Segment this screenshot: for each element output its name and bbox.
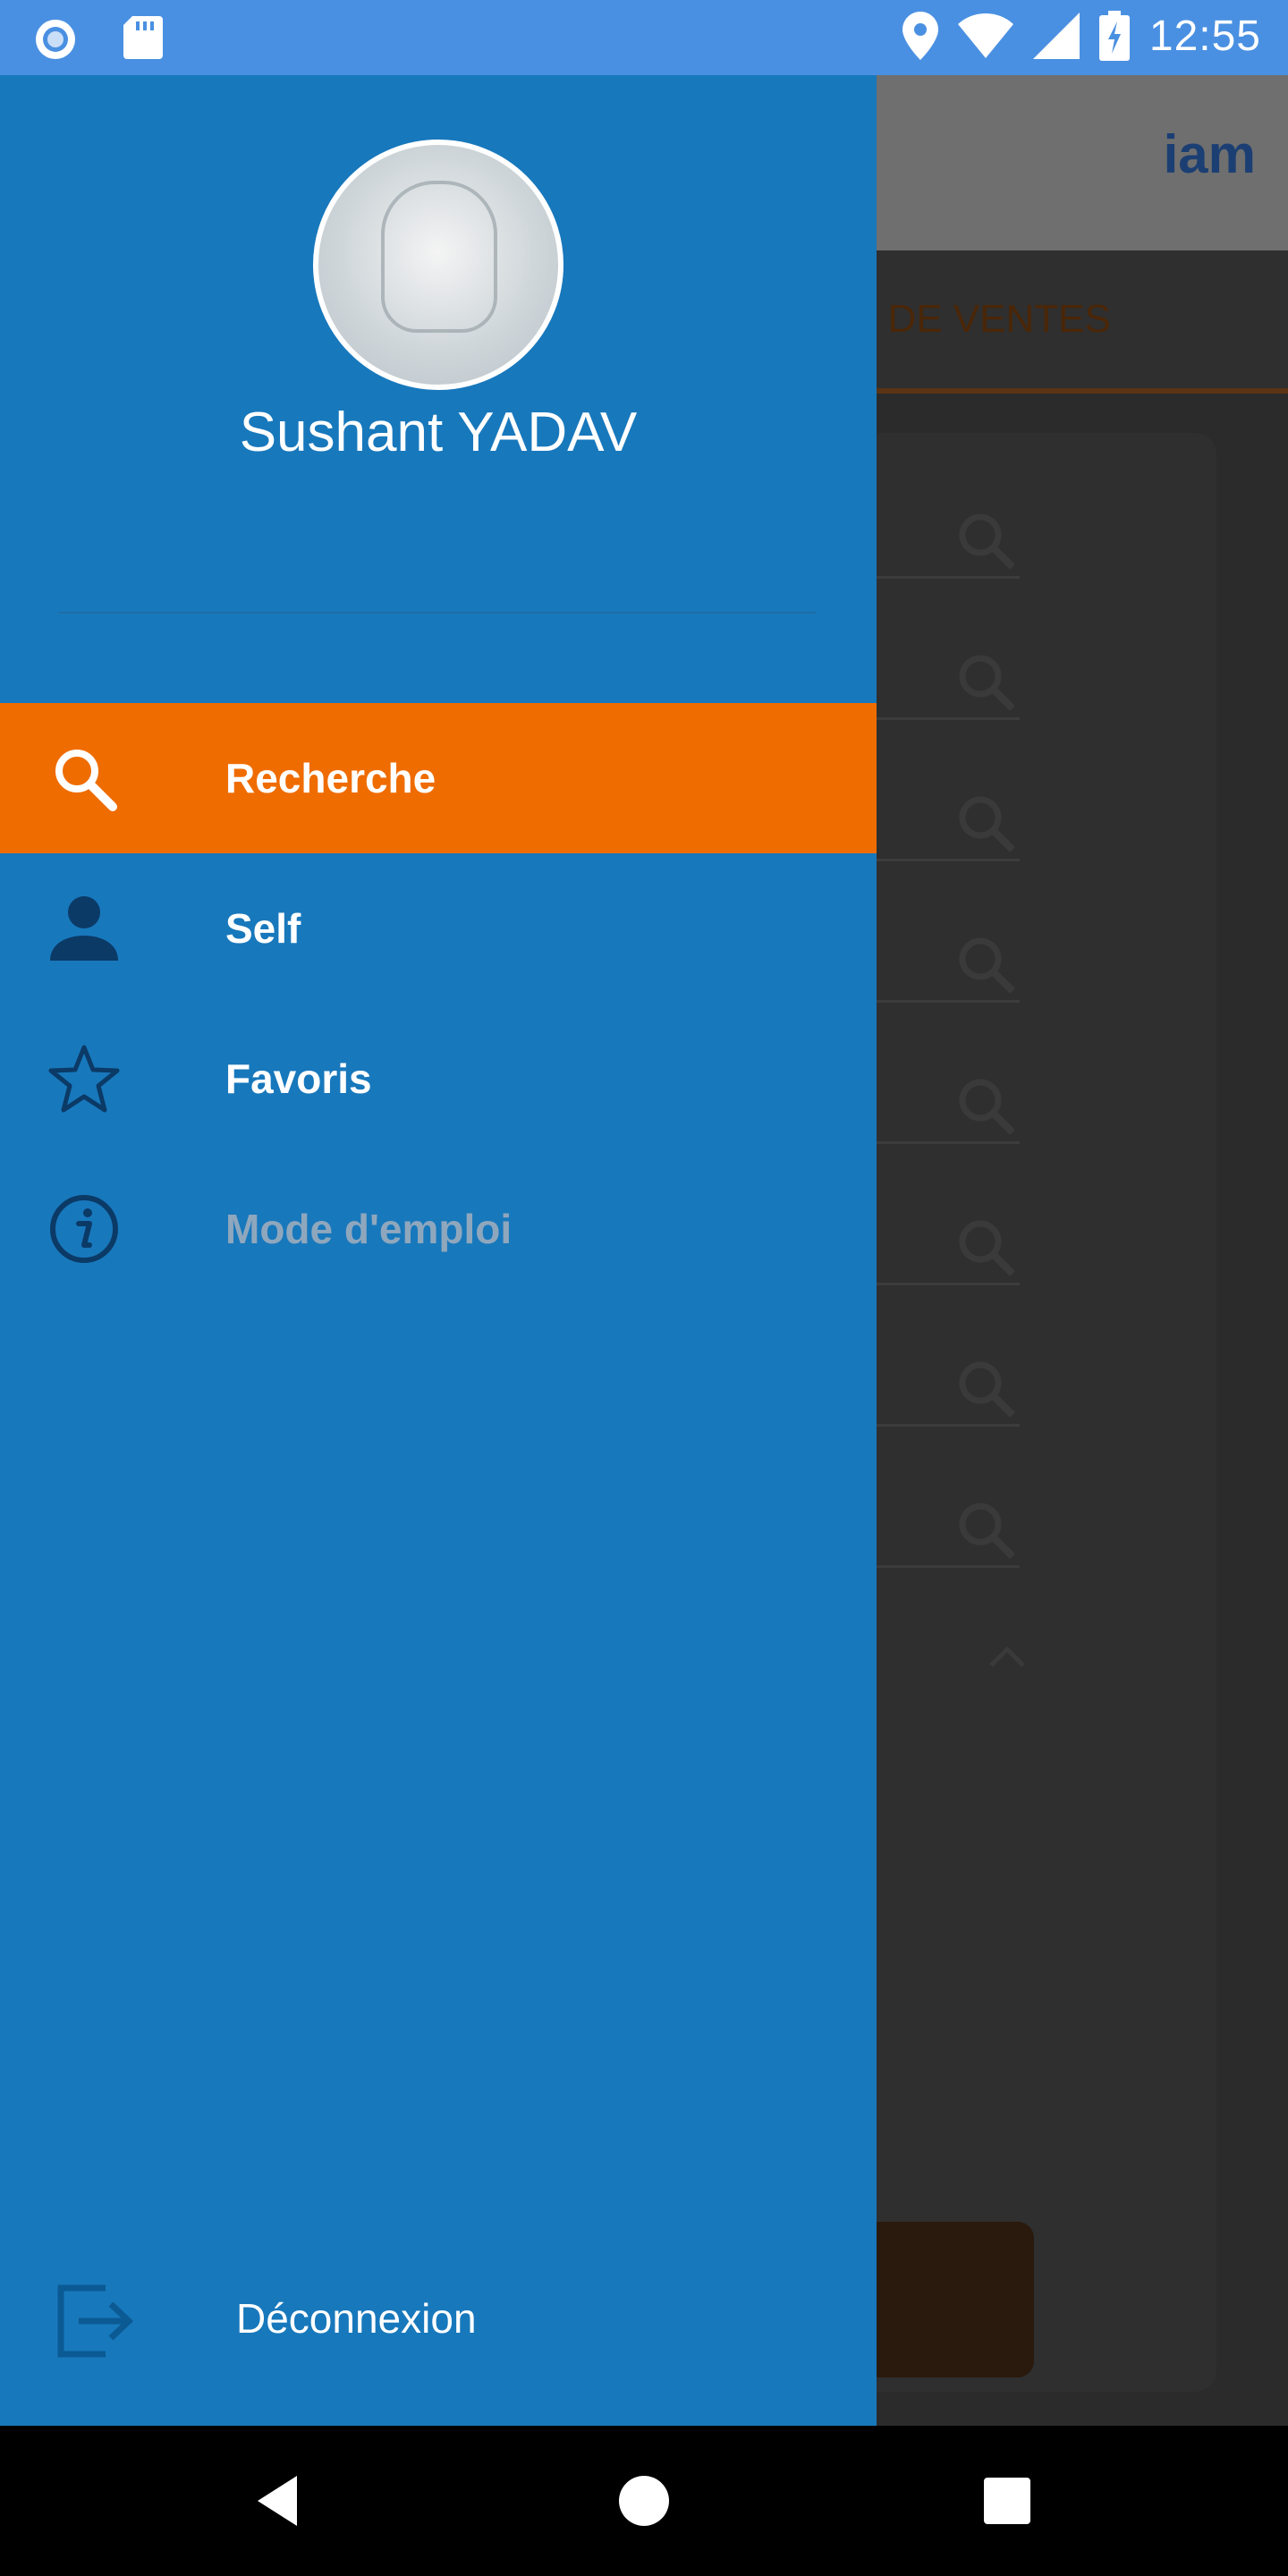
user-name: Sushant YADAV (239, 402, 638, 463)
menu-item-recherche[interactable]: Recherche (0, 703, 877, 853)
menu-item-self[interactable]: Self (0, 853, 877, 1004)
search-icon (959, 1220, 1015, 1276)
avatar-silhouette (381, 181, 497, 333)
person-icon (50, 896, 118, 961)
search-icon (959, 655, 1015, 711)
wifi-icon (957, 13, 1013, 58)
search-icon (959, 1079, 1015, 1135)
logout-icon (57, 2284, 134, 2358)
search-icon (959, 513, 1015, 570)
app-logo: iam (1163, 124, 1256, 184)
system-nav-bar (0, 2426, 1288, 2576)
menu-item-label: Self (225, 905, 301, 952)
chevron-up-icon (989, 1646, 1025, 1667)
logout-label: Déconnexion (236, 2295, 477, 2342)
divider (59, 612, 816, 614)
search-icon (959, 937, 1015, 994)
logout-button[interactable]: Déconnexion (0, 2243, 877, 2394)
search-icon (959, 796, 1015, 852)
battery-charging-icon (1098, 11, 1130, 61)
sd-card-icon (123, 16, 163, 59)
menu-item-favoris[interactable]: Favoris (0, 1004, 877, 1154)
recents-icon[interactable] (971, 2465, 1043, 2537)
info-icon (50, 1195, 118, 1263)
search-icon (959, 1361, 1015, 1418)
search-icon (959, 1503, 1015, 1559)
menu-item-mode-demploi[interactable]: Mode d'emploi (0, 1154, 877, 1304)
menu-item-label: Favoris (225, 1055, 372, 1102)
cellular-signal-icon (1032, 13, 1080, 59)
notification-circle-icon (36, 20, 75, 59)
status-time: 12:55 (1148, 12, 1261, 60)
menu-item-label: Recherche (225, 755, 436, 801)
location-icon (902, 12, 938, 60)
back-icon[interactable] (245, 2465, 317, 2537)
home-icon[interactable] (608, 2465, 680, 2537)
status-bar: 12:55 (0, 0, 1288, 75)
search-icon (55, 750, 117, 811)
menu-item-label: Mode d'emploi (225, 1206, 513, 1252)
navigation-drawer: Sushant YADAV Recherche Self Favoris Mod… (0, 75, 877, 2426)
star-icon (48, 1045, 120, 1113)
avatar[interactable] (313, 140, 564, 390)
